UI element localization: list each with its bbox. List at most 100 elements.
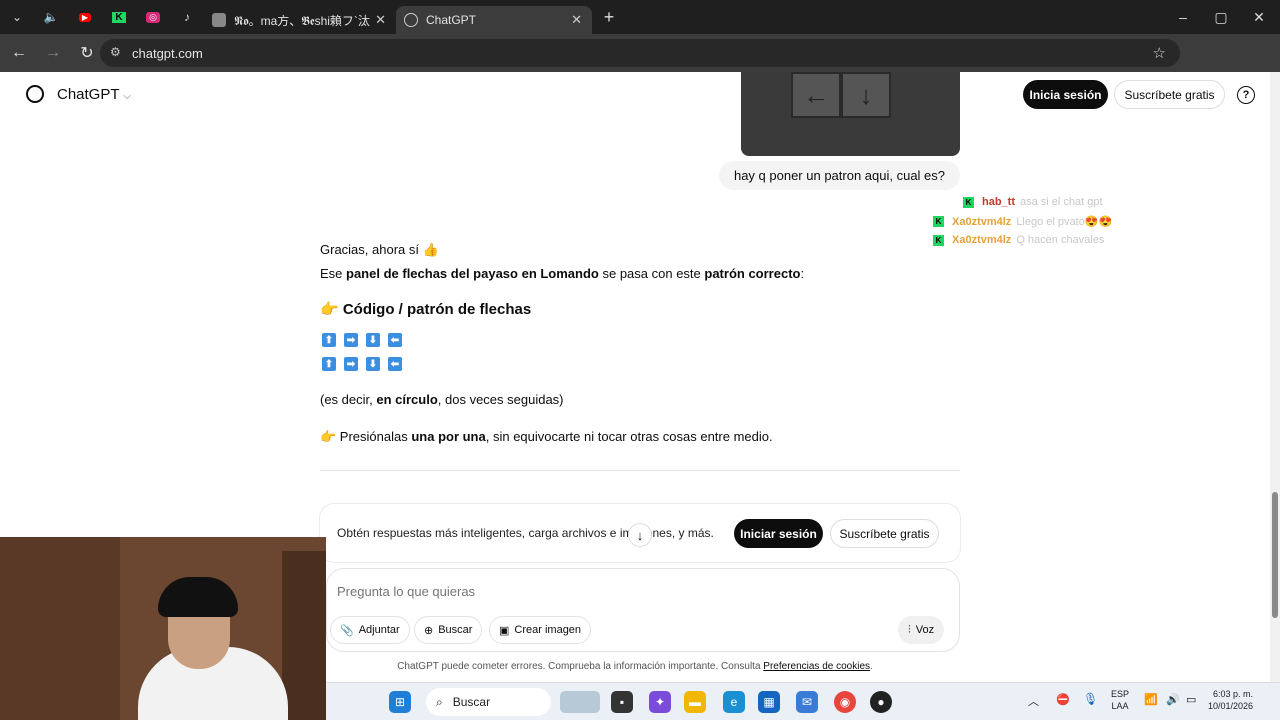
pattern-heading: 👉 Código / patrón de flechas <box>320 301 532 318</box>
maximize-button[interactable]: ▢ <box>1202 0 1240 34</box>
down-arrow-key: ↓ <box>841 72 891 118</box>
image-icon: ▣ <box>499 624 510 637</box>
tiktok-tab-icon[interactable]: ♪ <box>170 0 204 34</box>
text-part: , dos veces seguidas) <box>437 392 564 407</box>
header-signup-button[interactable]: Suscríbete gratis <box>1114 80 1225 109</box>
search-button[interactable]: ⊕ Buscar <box>414 616 483 644</box>
arrow-up-icon: ⬆ <box>322 357 336 371</box>
forward-icon[interactable]: → <box>38 38 68 68</box>
store-icon[interactable]: ▦ <box>758 691 780 713</box>
search-label: Buscar <box>438 624 473 636</box>
voice-button[interactable]: ⫶ Voz <box>898 616 945 644</box>
pattern-row-2: ⬆ ➡ ⬇ ⬅ <box>322 357 402 371</box>
voice-wave-icon: ⫶ <box>908 623 911 636</box>
kick-badge-icon: K <box>963 196 974 208</box>
microphone-icon[interactable]: 🎙 <box>1083 692 1098 706</box>
person-hair <box>158 577 238 617</box>
chat-message: Llego el pvato😍😍 <box>1016 216 1113 228</box>
site-info-icon[interactable]: ⚙ <box>110 45 121 59</box>
copilot-icon[interactable]: ✦ <box>649 691 671 713</box>
tab-chatgpt[interactable]: ChatGPT ✕ <box>396 6 592 34</box>
scroll-down-arrow-icon[interactable]: ↓ <box>628 523 652 547</box>
attach-button[interactable]: 📎 Adjuntar <box>330 616 410 644</box>
brand-label: ChatGPT <box>57 86 120 103</box>
tab-list-icon[interactable]: ⌄ <box>0 0 34 34</box>
new-tab-button[interactable]: + <box>592 0 626 34</box>
arrow-right-icon: ➡ <box>344 357 358 371</box>
back-icon[interactable]: ← <box>4 38 34 68</box>
chat-user: hab_tt <box>982 196 1015 208</box>
scrollbar-thumb[interactable] <box>1272 492 1278 618</box>
voice-label: Voz <box>915 624 935 636</box>
create-image-button[interactable]: ▣ Crear imagen <box>489 616 592 644</box>
tray-security-icon[interactable]: ⛔ <box>1056 693 1070 706</box>
volume-icon[interactable]: 🔊 <box>1166 693 1180 706</box>
chat-message: asa si el chat gpt <box>1020 196 1103 208</box>
help-icon[interactable]: ? <box>1237 86 1255 104</box>
card-login-button[interactable]: Iniciar sesión <box>734 519 823 548</box>
taskbar-search[interactable]: ⌕ Buscar <box>426 688 551 716</box>
instagram-tab-icon[interactable]: ◎ <box>136 0 170 34</box>
windows-taskbar: ⊞ ⌕ Buscar ▪ ✦ ▬ e ▦ ✉ ◉ ● ︿ ⛔ 🎙 ESP LAA 📶… <box>326 682 1280 720</box>
outlook-icon[interactable]: ✉ <box>796 691 818 713</box>
prompt-input[interactable] <box>337 579 937 603</box>
pattern-row-1: ⬆ ➡ ⬇ ⬅ <box>322 333 402 347</box>
stream-chat-line: K Xa0ztvm4lz Llego el pvato😍😍 <box>933 215 1112 228</box>
minimize-button[interactable]: – <box>1164 0 1202 34</box>
bold-part: patrón correcto <box>704 266 801 281</box>
tab-title: 𝕹𝖔。ma⽅、𝕭𝖊shi賴フ`汰 <box>234 13 370 28</box>
url-field[interactable]: ⚙ chatgpt.com ☆ <box>100 39 1180 67</box>
arrow-up-icon: ⬆ <box>322 333 336 347</box>
cookie-preferences-link[interactable]: Preferencias de cookies <box>763 661 870 672</box>
wooden-door <box>282 551 326 720</box>
chat-message: Q hacen chavales <box>1016 234 1105 246</box>
browser-tab-bar: ⌄ 🔈 ▶ K ◎ ♪ 𝕹𝖔。ma⽅、𝕭𝖊shi賴フ`汰 ✕ ChatGPT ✕… <box>0 0 1280 34</box>
tray-chevron-icon[interactable]: ︿ <box>1028 693 1039 709</box>
arrow-right-icon: ➡ <box>344 333 358 347</box>
chat-user: Xa0ztvm4lz <box>952 215 1012 228</box>
url-text: chatgpt.com <box>132 45 203 61</box>
stream-chat-line: K Xa0ztvm4lz Q hacen chavales <box>933 234 1104 246</box>
login-prompt-text: Obtén respuestas más inteligentes, carga… <box>337 526 714 540</box>
task-view-icon[interactable]: ▪ <box>611 691 633 713</box>
taskbar-search-label: Buscar <box>452 695 491 709</box>
file-explorer-icon[interactable]: ▬ <box>684 691 706 713</box>
header-login-button[interactable]: Inicia sesión <box>1023 80 1108 109</box>
input-language[interactable]: ESP LAA <box>1111 688 1129 712</box>
obs-icon[interactable]: ● <box>870 691 892 713</box>
widget-landscape-icon[interactable] <box>560 691 600 713</box>
bookmark-star-icon[interactable]: ☆ <box>1153 44 1166 62</box>
close-window-button[interactable]: ✕ <box>1240 0 1278 34</box>
close-tab-icon[interactable]: ✕ <box>375 12 386 28</box>
page-scrollbar[interactable] <box>1270 72 1280 682</box>
globe-icon: ⊕ <box>424 624 434 637</box>
chrome-icon[interactable]: ◉ <box>834 691 856 713</box>
youtube-tab-icon[interactable]: ▶ <box>68 0 102 34</box>
text-part: (es decir, <box>320 392 377 407</box>
close-tab-icon[interactable]: ✕ <box>571 12 582 28</box>
openai-logo-icon[interactable] <box>26 85 44 103</box>
edge-icon[interactable]: e <box>723 691 745 713</box>
reload-icon[interactable]: ↻ <box>72 38 102 68</box>
kick-tab-icon[interactable]: K <box>102 0 136 34</box>
audio-tab-icon[interactable]: 🔈 <box>34 0 68 34</box>
kick-badge-icon: K <box>933 234 944 246</box>
date: 10/01/2026 <box>1208 701 1254 711</box>
tab-profile[interactable]: 𝕹𝖔。ma⽅、𝕭𝖊shi賴フ`汰 ✕ <box>204 6 396 34</box>
time: 6:03 p. m. <box>1213 689 1254 699</box>
card-signup-button[interactable]: Suscríbete gratis <box>830 519 939 548</box>
create-image-label: Crear imagen <box>514 624 582 636</box>
battery-icon[interactable]: ▭ <box>1186 693 1196 706</box>
kick-badge-icon: K <box>933 216 944 227</box>
text-part: , sin equivocarte ni tocar otras cosas e… <box>485 429 773 444</box>
assistant-note: (es decir, en círculo, dos veces seguida… <box>320 392 564 407</box>
wifi-icon[interactable]: 📶 <box>1144 693 1158 706</box>
model-selector[interactable]: ChatGPT ⌵ <box>57 86 131 103</box>
bold-part: una por una <box>411 429 486 444</box>
windows-start-icon[interactable]: ⊞ <box>389 691 411 713</box>
attach-label: Adjuntar <box>358 624 400 636</box>
left-arrow-key: ← <box>791 72 841 118</box>
clock[interactable]: 6:03 p. m. 10/01/2026 <box>1208 688 1253 712</box>
uploaded-keypad-image[interactable]: ← ↓ <box>741 72 960 156</box>
arrow-left-icon: ⬅ <box>388 333 402 347</box>
